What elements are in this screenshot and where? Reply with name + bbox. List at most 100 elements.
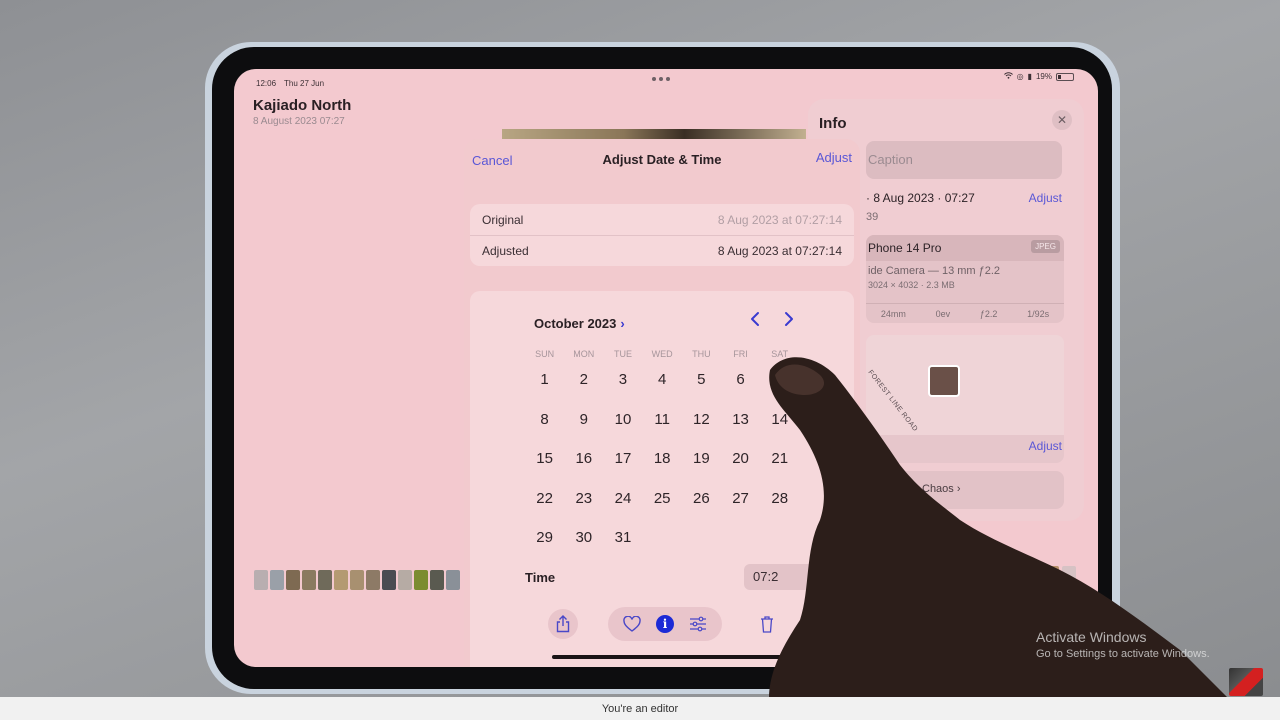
calendar-day[interactable]: 23 <box>564 490 603 530</box>
status-bar: 12:06 Thu 27 Jun <box>256 79 324 88</box>
calendar-day[interactable]: 15 <box>525 450 564 490</box>
chevron-left-icon <box>751 312 759 326</box>
thumbnail[interactable] <box>254 570 268 590</box>
wifi-icon <box>1003 72 1013 81</box>
adjust-sliders-icon <box>689 616 706 632</box>
lock-rotation-icon: ◎ <box>1016 72 1024 81</box>
battery-icon <box>1056 72 1074 81</box>
cancel-button[interactable]: Cancel <box>472 153 512 168</box>
thumbnail[interactable] <box>430 570 444 590</box>
calendar-day[interactable]: 2 <box>564 371 603 411</box>
calendar-day[interactable]: 17 <box>603 450 642 490</box>
share-icon <box>556 615 570 633</box>
close-icon: ✕ <box>1056 113 1068 127</box>
editor-status-text: You're an editor <box>601 702 679 715</box>
calendar-day[interactable]: 4 <box>643 371 682 411</box>
thumbnail-strip-left[interactable] <box>254 570 460 590</box>
spec-focal: 24mm <box>880 308 906 319</box>
calendar-day[interactable]: 1 <box>525 371 564 411</box>
camera-device: Phone 14 Pro <box>868 241 942 255</box>
calendar-day[interactable]: 29 <box>525 529 564 569</box>
calendar-day[interactable]: 24 <box>603 490 642 530</box>
close-button[interactable]: ✕ <box>1052 110 1072 130</box>
photo-datetime: 8 August 2023 07:27 <box>253 116 345 127</box>
editor-status-bar: You're an editor <box>0 697 1280 720</box>
adjust-button[interactable]: Adjust <box>816 150 852 165</box>
calendar-day[interactable]: 13 <box>721 411 760 451</box>
camera-specs: 24mm 0ev ƒ2.2 1/92s <box>866 303 1064 323</box>
calendar-day[interactable]: 12 <box>682 411 721 451</box>
chevron-right-icon <box>785 312 793 326</box>
thumbnail[interactable] <box>270 570 284 590</box>
weekday-thu: THU <box>692 349 711 359</box>
calendar-day[interactable]: 5 <box>682 371 721 411</box>
photo-preview <box>502 129 806 139</box>
previous-month-button[interactable] <box>749 311 761 332</box>
watermark-subtitle: Go to Settings to activate Windows. <box>1036 648 1210 660</box>
weekday-fri: FRI <box>733 349 748 359</box>
thumbnail[interactable] <box>350 570 364 590</box>
photo-location-title: Kajiado North <box>253 97 352 114</box>
next-month-button[interactable] <box>783 311 795 332</box>
camera-info-card: Phone 14 Pro JPEG ide Camera — 13 mm ƒ2.… <box>866 235 1064 323</box>
thumbnail[interactable] <box>366 570 380 590</box>
calendar-day[interactable]: 6 <box>721 371 760 411</box>
thumbnail[interactable] <box>446 570 460 590</box>
status-time: 12:06 <box>256 79 277 88</box>
calendar-day[interactable]: 30 <box>564 529 603 569</box>
watermark-title: Activate Windows <box>1036 629 1147 645</box>
spec-shutter: 1/92s <box>1027 308 1050 319</box>
calendar-day[interactable]: 3 <box>603 371 642 411</box>
heart-icon <box>623 616 642 632</box>
adjust-date-link[interactable]: Adjust <box>1029 191 1062 205</box>
calendar-day[interactable]: 18 <box>643 450 682 490</box>
home-indicator[interactable] <box>552 655 782 659</box>
calendar-day[interactable]: 11 <box>643 411 682 451</box>
calendar-day[interactable]: 22 <box>525 490 564 530</box>
calendar-days: 1234567891011121314151617181920212223242… <box>525 371 799 569</box>
dates-card: Original 8 Aug 2023 at 07:27:14 Adjusted… <box>470 204 854 266</box>
thumbnail[interactable] <box>334 570 348 590</box>
spec-exposure: 0ev <box>935 308 951 319</box>
share-button[interactable] <box>548 609 578 639</box>
calendar-day[interactable]: 19 <box>682 450 721 490</box>
calendar-day[interactable]: 9 <box>564 411 603 451</box>
thumbnail[interactable] <box>302 570 316 590</box>
calendar-day[interactable]: 27 <box>721 490 760 530</box>
weekday-sun: SUN <box>535 349 555 359</box>
info-date-sub: 39 <box>866 211 879 223</box>
adjusted-label: Adjusted <box>482 244 529 258</box>
info-button[interactable]: i <box>654 613 676 635</box>
info-panel-title: Info <box>819 115 847 132</box>
calendar-day[interactable]: 16 <box>564 450 603 490</box>
calendar-day[interactable]: 8 <box>525 411 564 451</box>
adjusted-value: 8 Aug 2023 at 07:27:14 <box>717 244 842 258</box>
thumbnail[interactable] <box>398 570 412 590</box>
favorite-button[interactable] <box>621 613 643 635</box>
focus-icon: ▮ <box>1027 72 1032 81</box>
time-label: Time <box>525 570 556 585</box>
calendar-day[interactable]: 31 <box>603 529 642 569</box>
month-year-selector[interactable]: October 2023 › <box>534 316 625 331</box>
weekday-header: SUN MON TUE WED THU FRI SAT <box>525 349 799 359</box>
info-icon: i <box>655 615 674 633</box>
calendar-day[interactable]: 10 <box>603 411 642 451</box>
thumbnail[interactable] <box>414 570 428 590</box>
channel-logo <box>1229 668 1263 696</box>
caption-input[interactable]: Caption <box>866 141 1062 179</box>
thumbnail[interactable] <box>382 570 396 590</box>
thumbnail[interactable] <box>318 570 332 590</box>
calendar-day[interactable]: 25 <box>643 490 682 530</box>
camera-resolution: 3024 × 4032 · 2.3 MB <box>868 280 955 290</box>
calendar-day[interactable]: 26 <box>682 490 721 530</box>
calendar-month: October 2023 <box>534 316 617 331</box>
status-indicators: ◎ ▮ 19% <box>1003 72 1074 81</box>
adjusted-date-row: Adjusted 8 Aug 2023 at 07:27:14 <box>470 235 854 266</box>
weekday-tue: TUE <box>613 349 632 359</box>
calendar-day[interactable]: 20 <box>721 450 760 490</box>
multitasking-dots[interactable] <box>652 77 670 81</box>
thumbnail[interactable] <box>286 570 300 590</box>
windows-activation-watermark: Activate Windows Go to Settings to activ… <box>1036 629 1210 660</box>
edit-button[interactable] <box>687 613 709 635</box>
photo-toolbar: i <box>608 607 722 641</box>
